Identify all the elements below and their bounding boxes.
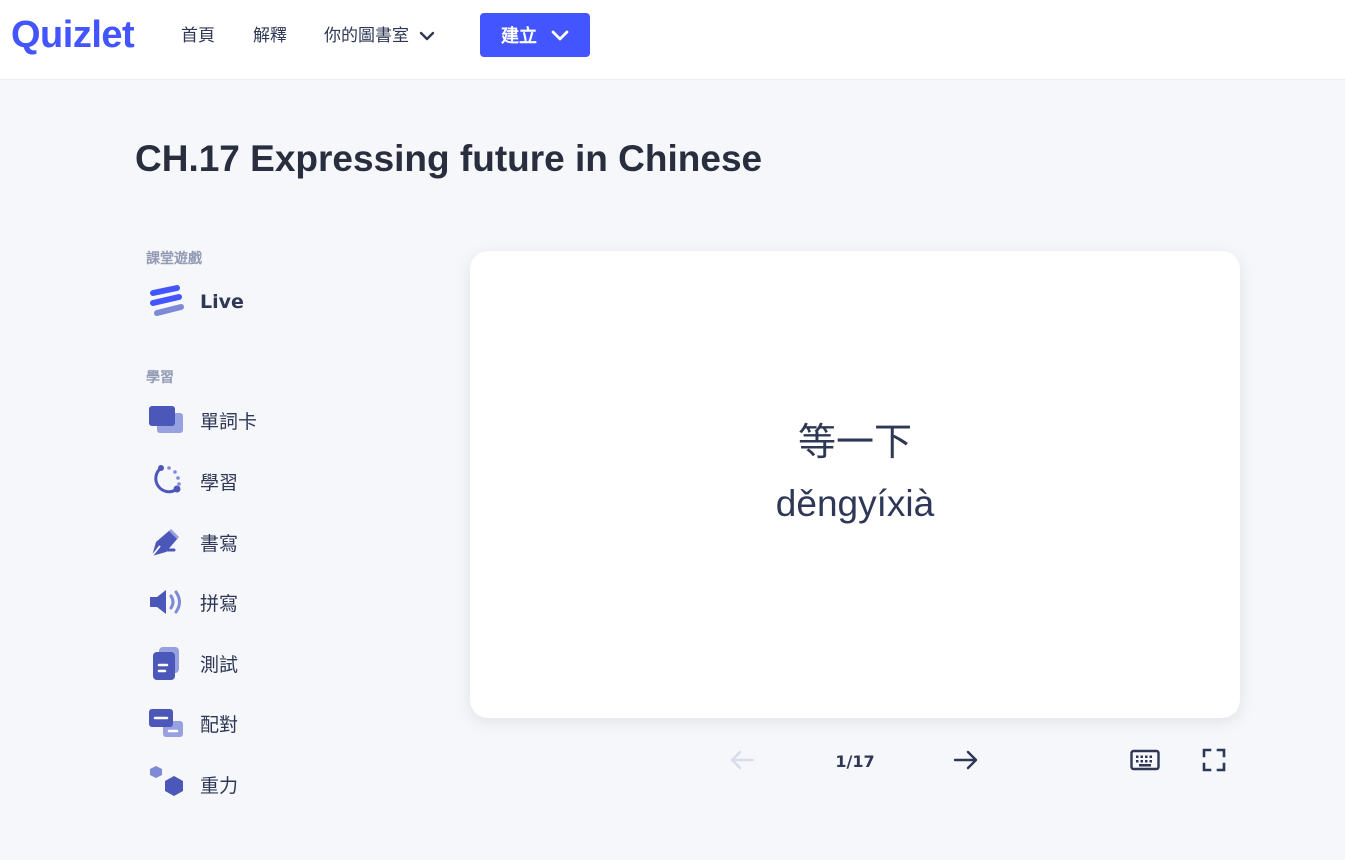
sidebar-item-flashcards[interactable]: 單詞卡 (146, 400, 366, 440)
nav-home-link[interactable]: 首頁 (181, 24, 215, 48)
test-icon (146, 643, 186, 683)
match-icon (146, 703, 186, 743)
nav-explain-link[interactable]: 解釋 (253, 24, 287, 48)
sidebar-item-live[interactable]: Live (146, 282, 366, 322)
chevron-down-icon (419, 31, 435, 41)
previous-card-button[interactable] (722, 742, 762, 782)
sidebar-item-test[interactable]: 測試 (146, 643, 366, 683)
page-title: CH.17 Expressing future in Chinese (135, 138, 763, 179)
sidebar-item-flashcards-label: 單詞卡 (200, 410, 258, 433)
live-icon (146, 282, 186, 322)
fullscreen-button[interactable] (1194, 742, 1234, 782)
section-label-study: 學習 (146, 370, 174, 386)
flashcard-pinyin: děngyíxià (775, 483, 935, 524)
sidebar-item-match[interactable]: 配對 (146, 703, 366, 743)
chevron-down-icon (551, 30, 569, 41)
create-button[interactable]: 建立 (480, 13, 590, 57)
sidebar-item-write-label: 書寫 (200, 532, 239, 555)
sidebar-item-gravity-label: 重力 (200, 774, 239, 797)
sidebar-item-spell-label: 拼寫 (200, 592, 239, 615)
sidebar-item-gravity[interactable]: 重力 (146, 764, 366, 804)
keyboard-shortcuts-button[interactable] (1125, 742, 1165, 782)
top-nav-bar: Quizlet 首頁 解釋 你的圖書室 建立 (0, 0, 1345, 80)
fullscreen-icon (1202, 748, 1226, 776)
arrow-right-icon (953, 749, 979, 775)
nav-library-dropdown[interactable]: 你的圖書室 (324, 24, 435, 48)
card-counter: 1/17 (835, 752, 875, 771)
arrow-left-icon (729, 749, 755, 775)
sidebar-item-write[interactable]: 書寫 (146, 522, 366, 562)
flashcard-term: 等一下 (797, 420, 912, 464)
nav-library-label: 你的圖書室 (324, 26, 409, 46)
flashcard[interactable]: 等一下 děngyíxià (470, 251, 1240, 718)
sidebar-item-live-label: Live (200, 291, 244, 313)
gravity-icon (146, 764, 186, 804)
quizlet-logo[interactable]: Quizlet (11, 14, 135, 57)
keyboard-icon (1130, 749, 1160, 775)
sidebar-item-spell[interactable]: 拼寫 (146, 582, 366, 622)
section-label-games: 課堂遊戲 (146, 251, 202, 267)
sidebar-item-learn-label: 學習 (200, 471, 239, 494)
sidebar-item-learn[interactable]: 學習 (146, 461, 366, 501)
spell-icon (146, 582, 186, 622)
nav-explain-label: 解釋 (253, 26, 287, 46)
write-icon (146, 522, 186, 562)
sidebar-item-test-label: 測試 (200, 653, 239, 676)
create-button-label: 建立 (501, 26, 537, 46)
nav-home-label: 首頁 (181, 26, 215, 46)
flashcards-icon (146, 400, 186, 440)
learn-icon (146, 461, 186, 501)
sidebar-item-match-label: 配對 (200, 713, 239, 736)
next-card-button[interactable] (946, 742, 986, 782)
